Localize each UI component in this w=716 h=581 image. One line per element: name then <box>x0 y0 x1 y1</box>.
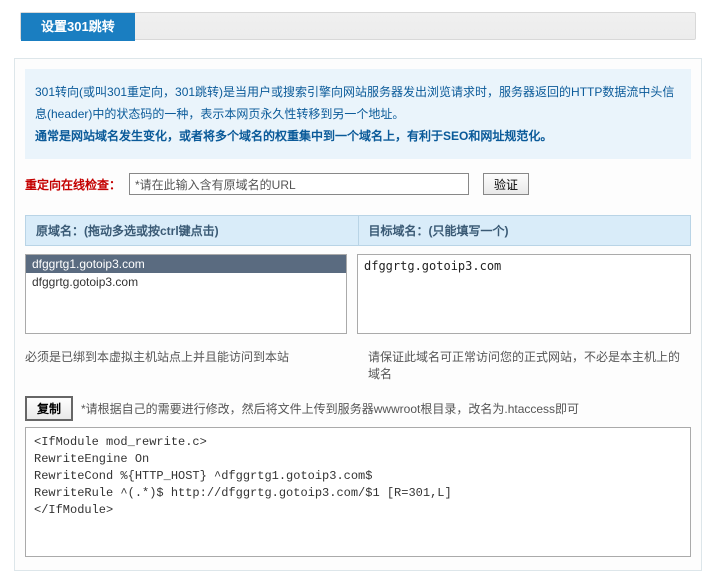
list-item[interactable]: dfggrtg1.gotoip3.com <box>26 255 346 273</box>
copy-note: *请根据自己的需要进行修改，然后将文件上传到服务器wwwroot根目录，改名为.… <box>81 400 579 417</box>
copy-row: 复制 *请根据自己的需要进行修改，然后将文件上传到服务器wwwroot根目录，改… <box>25 396 691 421</box>
source-domain-note: 必须是已绑到本虚拟主机站点上并且能访问到本站 <box>25 348 348 382</box>
info-box: 301转向(或叫301重定向，301跳转)是当用户或搜索引擎向网站服务器发出浏览… <box>25 69 691 159</box>
check-url-input[interactable] <box>129 173 469 195</box>
check-label: 重定向在线检查： <box>25 176 121 193</box>
source-domain-list[interactable]: dfggrtg1.gotoip3.comdfggrtg.gotoip3.com <box>25 254 347 334</box>
target-domain-header: 目标域名：(只能填写一个) <box>359 216 691 245</box>
target-domain-input[interactable] <box>357 254 691 334</box>
target-domain-note: 请保证此域名可正常访问您的正式网站，不必是本主机上的域名 <box>358 348 691 382</box>
domain-columns-header: 原域名：(拖动多选或按ctrl键点击) 目标域名：(只能填写一个) <box>25 215 691 246</box>
header-bar: 设置301跳转 <box>20 12 696 40</box>
header-tab: 设置301跳转 <box>21 13 135 41</box>
redirect-check-row: 重定向在线检查： 验证 <box>25 169 691 205</box>
source-domain-header: 原域名：(拖动多选或按ctrl键点击) <box>26 216 359 245</box>
domain-columns-notes: 必须是已绑到本虚拟主机站点上并且能访问到本站 请保证此域名可正常访问您的正式网站… <box>25 348 691 382</box>
main-content: 301转向(或叫301重定向，301跳转)是当用户或搜索引擎向网站服务器发出浏览… <box>14 58 702 571</box>
list-item[interactable]: dfggrtg.gotoip3.com <box>26 273 346 291</box>
verify-button[interactable]: 验证 <box>483 173 529 195</box>
domain-columns-body: dfggrtg1.gotoip3.comdfggrtg.gotoip3.com <box>25 254 691 334</box>
info-line-2: 通常是网站域名发生变化，或者将多个域名的权重集中到一个域名上，有利于SEO和网址… <box>35 125 681 147</box>
info-line-1: 301转向(或叫301重定向，301跳转)是当用户或搜索引擎向网站服务器发出浏览… <box>35 81 681 125</box>
htaccess-code-textarea[interactable] <box>25 427 691 557</box>
copy-button[interactable]: 复制 <box>25 396 73 421</box>
